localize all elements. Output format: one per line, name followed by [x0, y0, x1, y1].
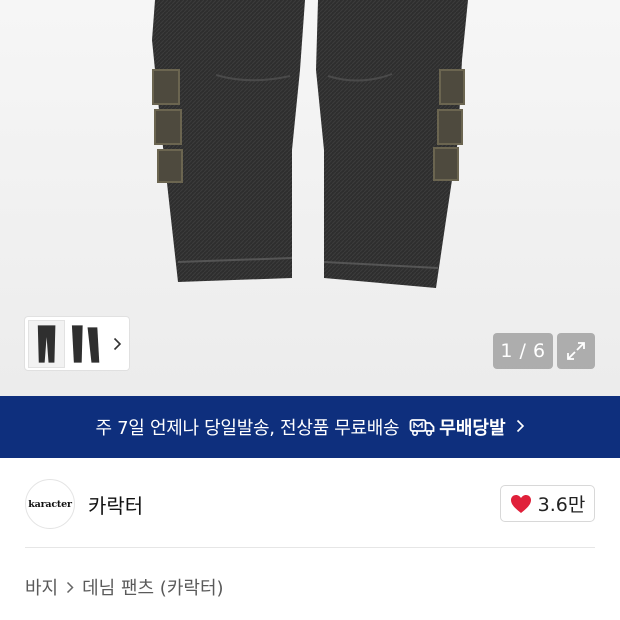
- expand-button[interactable]: [557, 333, 595, 369]
- brand-row[interactable]: karacter 카락터 3.6만: [0, 458, 620, 548]
- thumbnail-front[interactable]: [27, 319, 66, 368]
- free-shipping-badge-label: 무배당발: [439, 418, 506, 439]
- heart-icon: [510, 494, 531, 513]
- like-count: 3.6만: [537, 494, 586, 516]
- breadcrumb: 바지 데님 팬츠 (카락터): [25, 574, 224, 600]
- shipping-banner[interactable]: 주 7일 언제나 당일발송, 전상품 무료배송 무배당발: [0, 396, 620, 458]
- divider: [25, 547, 595, 548]
- shipping-banner-text: 주 7일 언제나 당일발송, 전상품 무료배송: [95, 418, 400, 439]
- chevron-right-icon: [66, 581, 74, 594]
- brand-logo-text: karacter: [28, 498, 72, 510]
- breadcrumb-item-pants[interactable]: 바지: [25, 574, 58, 600]
- thumbnail-strip[interactable]: [25, 317, 129, 370]
- like-button[interactable]: 3.6만: [500, 485, 595, 522]
- chevron-right-icon[interactable]: [109, 334, 125, 354]
- brand-name[interactable]: 카락터: [88, 490, 143, 519]
- image-counter: 1 / 6: [493, 333, 553, 369]
- delivery-truck-icon: [409, 419, 435, 437]
- product-image-area[interactable]: 1 / 6: [0, 0, 620, 396]
- expand-icon: [567, 342, 585, 360]
- free-shipping-badge: 무배당발: [409, 414, 506, 440]
- breadcrumb-item-denim-pants[interactable]: 데님 팬츠 (카락터): [82, 574, 223, 600]
- brand-logo[interactable]: karacter: [25, 479, 75, 529]
- thumbnail-back[interactable]: [68, 321, 103, 367]
- chevron-right-icon: [516, 417, 525, 438]
